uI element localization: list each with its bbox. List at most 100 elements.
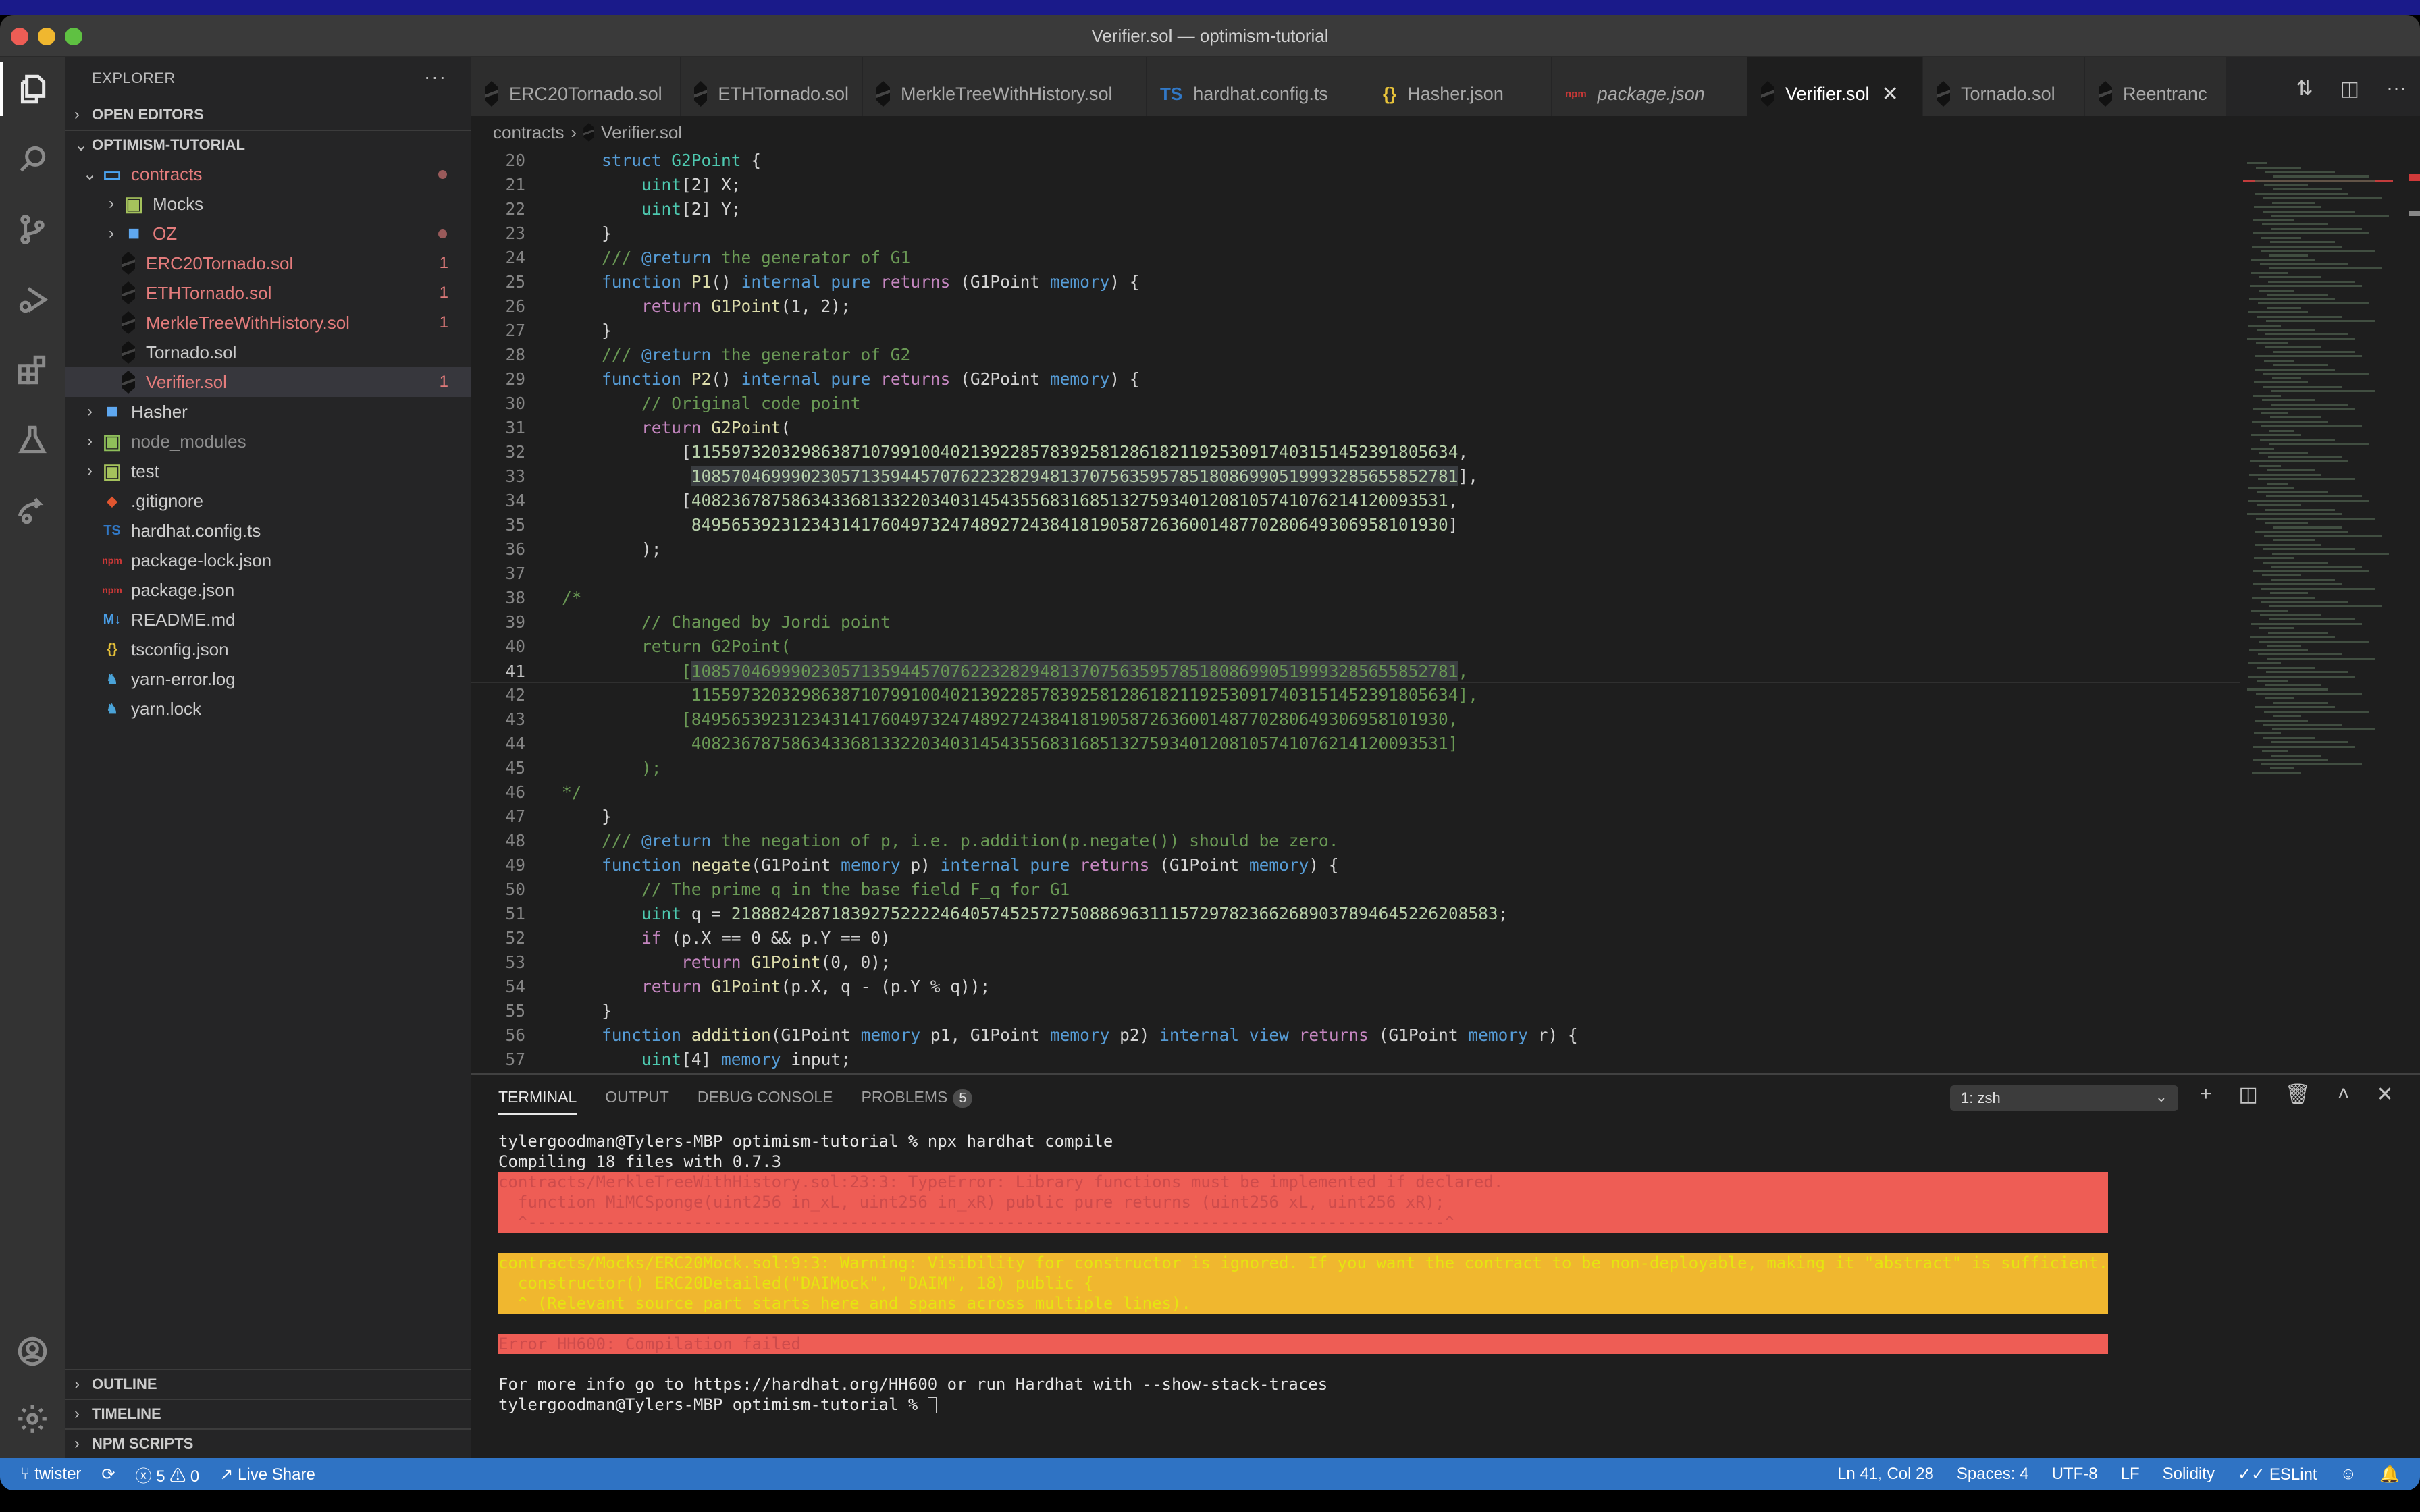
code-line[interactable]: 27 }: [471, 319, 2240, 343]
code-line[interactable]: 43 [849565392312343141760497324748927243…: [471, 707, 2240, 732]
code-line[interactable]: 53 return G1Point(0, 0);: [471, 950, 2240, 975]
end-of-line[interactable]: LF: [2121, 1465, 2140, 1484]
manage-gear-icon[interactable]: [0, 1386, 65, 1451]
open-editors-section[interactable]: › OPEN EDITORS: [65, 100, 471, 130]
accounts-icon[interactable]: [0, 1319, 65, 1384]
cursor-position[interactable]: Ln 41, Col 28: [1837, 1465, 1934, 1484]
close-panel-icon[interactable]: ✕: [2377, 1083, 2394, 1106]
tree-item[interactable]: Tornado.sol: [65, 338, 471, 367]
tree-item[interactable]: npm package.json: [65, 575, 471, 605]
live-share-icon[interactable]: [0, 478, 65, 543]
tree-item[interactable]: M↓ README.md: [65, 605, 471, 634]
tree-item[interactable]: › ▣ Mocks: [65, 189, 471, 219]
indentation[interactable]: Spaces: 4: [1957, 1465, 2029, 1484]
code-line[interactable]: 22 uint[2] Y;: [471, 197, 2240, 221]
code-line[interactable]: 56 function addition(G1Point memory p1, …: [471, 1023, 2240, 1048]
maximize-panel-chevron-up-icon[interactable]: ˄: [2338, 1083, 2350, 1106]
code-line[interactable]: 26 return G1Point(1, 2);: [471, 294, 2240, 319]
open-changes-icon[interactable]: ⇅: [2296, 77, 2313, 101]
panel-tab-debug-console[interactable]: DEBUG CONSOLE: [698, 1088, 833, 1115]
tree-item[interactable]: MerkleTreeWithHistory.sol 1: [65, 308, 471, 338]
outline-section[interactable]: › OUTLINE: [65, 1369, 471, 1399]
new-terminal-icon[interactable]: +: [2200, 1083, 2212, 1106]
testing-icon[interactable]: [0, 408, 65, 473]
timeline-section[interactable]: › TIMELINE: [65, 1399, 471, 1428]
code-line[interactable]: 46 */: [471, 780, 2240, 805]
feedback-icon[interactable]: ☺: [2340, 1465, 2357, 1484]
code-line[interactable]: 51 uint q = 2188824287183927522224640574…: [471, 902, 2240, 926]
more-actions-icon[interactable]: ···: [424, 66, 447, 88]
tree-item[interactable]: › ■ OZ: [65, 219, 471, 248]
tree-item[interactable]: ♞ yarn.lock: [65, 694, 471, 724]
code-line[interactable]: 50 // The prime q in the base field F_q …: [471, 878, 2240, 902]
code-line[interactable]: 40 return G2Point(: [471, 634, 2240, 659]
code-editor[interactable]: 20 struct G2Point {21 uint[2] X; 22 uint[…: [471, 148, 2240, 1073]
notifications-bell-icon[interactable]: 🔔: [2379, 1465, 2400, 1484]
project-section[interactable]: ⌄ OPTIMISM-TUTORIAL: [65, 130, 471, 159]
breadcrumb-item[interactable]: contracts: [493, 122, 564, 143]
editor-scrollbar[interactable]: [2396, 148, 2420, 1073]
code-line[interactable]: 33 1085704699902305713594457076223282948…: [471, 464, 2240, 489]
tree-item[interactable]: ERC20Tornado.sol 1: [65, 248, 471, 278]
code-line[interactable]: 24 /// @return the generator of G1: [471, 246, 2240, 270]
code-line[interactable]: 38 /*: [471, 586, 2240, 610]
code-line[interactable]: 48 /// @return the negation of p, i.e. p…: [471, 829, 2240, 853]
code-line[interactable]: 25 function P1() internal pure returns (…: [471, 270, 2240, 294]
code-line[interactable]: 34 [408236787586343368133220340314543556…: [471, 489, 2240, 513]
problems-status[interactable]: ⓧ 5 ⚠ 0: [136, 1463, 200, 1486]
split-terminal-icon[interactable]: ◫: [2239, 1083, 2258, 1106]
code-line[interactable]: 37: [471, 562, 2240, 586]
tree-item[interactable]: {} tsconfig.json: [65, 634, 471, 664]
tree-item[interactable]: Verifier.sol 1: [65, 367, 471, 397]
live-share-status[interactable]: ↗ Live Share: [219, 1465, 315, 1484]
code-line[interactable]: 47 }: [471, 805, 2240, 829]
tree-item[interactable]: npm package-lock.json: [65, 545, 471, 575]
code-line[interactable]: 28 /// @return the generator of G2: [471, 343, 2240, 367]
extensions-icon[interactable]: [0, 338, 65, 402]
code-line[interactable]: 36 );: [471, 537, 2240, 562]
panel-tab-output[interactable]: OUTPUT: [605, 1088, 669, 1115]
panel-tab-terminal[interactable]: TERMINAL: [498, 1088, 577, 1115]
tree-item[interactable]: ♞ yarn-error.log: [65, 664, 471, 694]
kill-terminal-trash-icon[interactable]: 🗑: [2285, 1083, 2311, 1106]
panel-tab-problems[interactable]: PROBLEMS 5: [862, 1088, 973, 1115]
code-line[interactable]: 21 uint[2] X;: [471, 173, 2240, 197]
sync-icon[interactable]: ⟳: [101, 1465, 115, 1484]
code-line[interactable]: 30 // Original code point: [471, 392, 2240, 416]
terminal-select[interactable]: 1: zsh ⌄: [1950, 1085, 2178, 1111]
tree-item[interactable]: ◆ .gitignore: [65, 486, 471, 516]
code-line[interactable]: 52 if (p.X == 0 && p.Y == 0): [471, 926, 2240, 950]
eslint-status[interactable]: ✓✓ ESLint: [2238, 1465, 2317, 1484]
tree-item[interactable]: ETHTornado.sol 1: [65, 278, 471, 308]
tree-item[interactable]: TS hardhat.config.ts: [65, 516, 471, 545]
code-line[interactable]: 23 }: [471, 221, 2240, 246]
code-line[interactable]: 49 function negate(G1Point memory p) int…: [471, 853, 2240, 878]
code-line[interactable]: 54 return G1Point(p.X, q - (p.Y % q));: [471, 975, 2240, 999]
tree-item[interactable]: › ▣ test: [65, 456, 471, 486]
code-line[interactable]: 44 4082367875863433681332203403145435568…: [471, 732, 2240, 756]
tree-item[interactable]: › ▣ node_modules: [65, 427, 471, 456]
code-line[interactable]: 31 return G2Point(: [471, 416, 2240, 440]
search-icon[interactable]: [0, 127, 65, 192]
explorer-icon[interactable]: [0, 57, 65, 122]
more-actions-icon[interactable]: ···: [2386, 77, 2406, 101]
minimap[interactable]: [2240, 148, 2396, 1073]
code-line[interactable]: 32 [115597320329863871079910040213922857…: [471, 440, 2240, 464]
code-line[interactable]: 35 8495653923123431417604973247489272438…: [471, 513, 2240, 537]
npm-scripts-section[interactable]: › NPM SCRIPTS: [65, 1428, 471, 1458]
close-tab-icon[interactable]: ✕: [1882, 82, 1899, 106]
code-line[interactable]: 39 // Changed by Jordi point: [471, 610, 2240, 634]
code-line[interactable]: 45 );: [471, 756, 2240, 780]
source-control-icon[interactable]: [0, 197, 65, 262]
branch-status[interactable]: ⑂ twister: [20, 1465, 81, 1484]
split-editor-icon[interactable]: ◫: [2340, 77, 2359, 101]
tree-item[interactable]: › ■ Hasher: [65, 397, 471, 427]
run-debug-icon[interactable]: [0, 267, 65, 332]
code-line[interactable]: 41 [108570469990230571359445707622328294…: [471, 659, 2240, 683]
code-line[interactable]: 42 1155973203298638710799100402139228578…: [471, 683, 2240, 707]
code-line[interactable]: 57 uint[4] memory input;: [471, 1048, 2240, 1072]
breadcrumb-item[interactable]: Verifier.sol: [601, 122, 682, 143]
code-line[interactable]: 29 function P2() internal pure returns (…: [471, 367, 2240, 392]
code-line[interactable]: 55 }: [471, 999, 2240, 1023]
tree-item[interactable]: ⌄ ▭ contracts: [65, 159, 471, 189]
